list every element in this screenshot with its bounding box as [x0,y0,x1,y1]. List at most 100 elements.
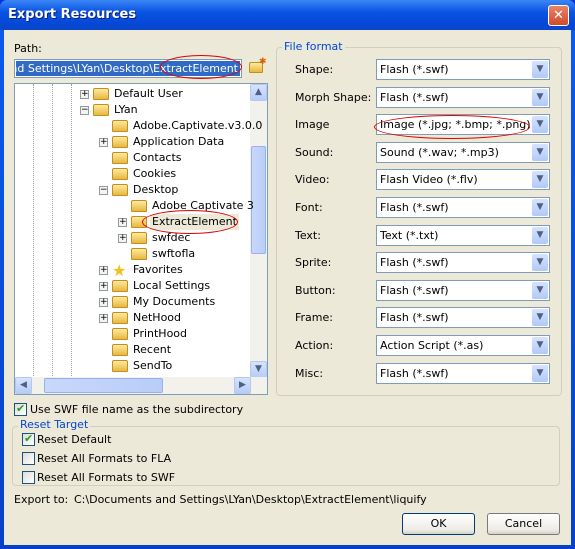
format-select-value: Flash Video (*.flv) [380,173,478,187]
format-select-value: Action Script (*.as) [380,339,484,352]
collapse-icon[interactable]: − [80,106,89,115]
format-select-value: Flash (*.swf) [380,63,449,76]
chevron-down-icon[interactable]: ▼ [532,309,548,327]
reset-option-checkbox[interactable] [22,471,35,484]
tree-item-label: My Documents [133,295,216,308]
file-format-title: File format [282,40,345,53]
expand-icon[interactable]: + [99,266,108,275]
folder-icon [112,328,128,340]
chevron-down-icon[interactable]: ▼ [532,337,548,354]
collapse-icon[interactable]: − [99,186,108,195]
hscroll-thumb[interactable] [44,378,163,393]
format-select[interactable]: Text (*.txt) ▼ [376,224,550,246]
format-select-value: Flash (*.swf) [380,90,449,104]
reset-option-label: Reset All Formats to FLA [37,452,172,465]
format-select-value: Flash (*.swf) [380,283,449,297]
chevron-down-icon[interactable]: ▼ [532,116,548,134]
folder-icon [112,296,128,308]
folder-icon [131,232,147,244]
format-label: Text: [295,228,321,242]
tree-item[interactable]: Contacts [15,150,251,166]
format-select[interactable]: Sound (*.wav; *.mp3) ▼ [376,141,550,163]
format-label: Morph Shape: [295,90,372,104]
path-label: Path: [14,42,42,55]
title-bar[interactable]: Export Resources ✕ [0,0,575,30]
use-swf-checkbox[interactable] [14,402,27,416]
scroll-left-button[interactable]: ◀ [15,377,32,394]
close-icon[interactable]: ✕ [548,5,569,26]
scroll-down-button[interactable]: ▼ [250,361,267,378]
tree-item-label: NetHood [133,311,182,324]
tree-item[interactable]: Adobe Captivate 3 [15,198,254,214]
cancel-button[interactable]: Cancel [487,513,560,535]
format-select-value: Flash (*.swf) [380,311,449,325]
tree-item[interactable]: + Application Data [15,134,251,150]
horizontal-scrollbar[interactable]: ◀ ▶ [15,377,267,394]
format-select[interactable]: Image (*.jpg; *.bmp; *.png) ▼ [376,114,550,136]
tree-item[interactable]: PrintHood [15,326,251,342]
format-label: Image [295,118,330,132]
tree-item[interactable]: + Local Settings [15,278,251,294]
chevron-down-icon[interactable]: ▼ [532,88,548,106]
format-label: Font: [295,201,323,214]
chevron-down-icon[interactable]: ▼ [532,143,548,161]
tree-item[interactable]: Cookies [15,166,251,182]
folder-icon [131,200,147,212]
tree-item[interactable]: − Desktop [15,182,251,198]
format-label: Sound: [295,145,334,159]
expand-icon[interactable]: + [118,218,127,227]
expand-icon[interactable]: + [99,282,108,291]
scroll-up-button[interactable]: ▲ [250,84,267,101]
format-select[interactable]: Flash (*.swf) ▼ [376,307,550,329]
ok-button[interactable]: OK [402,513,475,535]
expand-icon[interactable]: + [118,234,127,243]
tree-item-label: Contacts [133,151,182,164]
tree-item-label: SendTo [133,359,173,372]
tree-item[interactable]: + ★ Favorites [15,261,251,280]
chevron-down-icon[interactable]: ▼ [532,281,548,299]
folder-tree[interactable]: ▲ ▼ ◀ ▶ + Default User − LYan Adobe.Captivat… [14,83,268,395]
expand-icon[interactable]: + [99,314,108,323]
expand-icon[interactable]: + [80,90,89,99]
expand-icon[interactable]: + [99,138,108,147]
chevron-down-icon[interactable]: ▼ [532,171,548,189]
tree-item[interactable]: + ExtractElement [15,214,251,230]
scroll-right-button[interactable]: ▶ [234,377,251,394]
reset-option-label: Reset All Formats to SWF [37,471,176,484]
format-select[interactable]: Action Script (*.as) ▼ [376,335,550,356]
folder-icon [93,104,109,116]
chevron-down-icon[interactable]: ▼ [532,254,548,272]
format-select[interactable]: Flash (*.swf) ▼ [376,59,550,80]
tree-item[interactable]: + My Documents [15,294,251,310]
tree-item[interactable]: + swfdec [15,230,251,246]
tree-item[interactable]: + Default User [15,86,251,102]
tree-item-label: Application Data [133,135,225,148]
chevron-down-icon[interactable]: ▼ [532,61,548,78]
format-select[interactable]: Flash (*.swf) ▼ [376,252,550,274]
tree-item[interactable]: Recent [15,342,251,358]
path-input[interactable]: ts and Settings\LYan\Desktop\ExtractElem… [14,59,242,78]
folder-browse-icon[interactable]: ✱ [249,57,267,74]
format-select[interactable]: Flash (*.swf) ▼ [376,197,550,218]
reset-option-checkbox[interactable] [22,432,35,446]
tree-item[interactable]: Adobe.Captivate.v3.0.0 [15,118,262,134]
format-select[interactable]: Flash Video (*.flv) ▼ [376,169,550,191]
chevron-down-icon[interactable]: ▼ [532,199,548,216]
chevron-down-icon[interactable]: ▼ [532,226,548,244]
expand-icon[interactable]: + [99,298,108,307]
tree-item[interactable]: swftofla [15,246,251,262]
tree-item[interactable]: − LYan [15,102,251,118]
star-icon: ★ [112,261,127,280]
format-select[interactable]: Flash (*.swf) ▼ [376,279,550,301]
format-label: Misc: [295,366,324,380]
format-select[interactable]: Flash (*.swf) ▼ [376,362,550,384]
chevron-down-icon[interactable]: ▼ [532,364,548,382]
reset-option-checkbox[interactable] [22,452,35,465]
folder-icon [131,248,147,260]
folder-icon [112,120,128,132]
tree-item-label: swfdec [152,231,191,244]
folder-icon [93,88,109,100]
tree-item[interactable]: + NetHood [15,310,251,326]
tree-item[interactable]: SendTo [15,358,251,374]
format-select[interactable]: Flash (*.swf) ▼ [376,86,550,108]
